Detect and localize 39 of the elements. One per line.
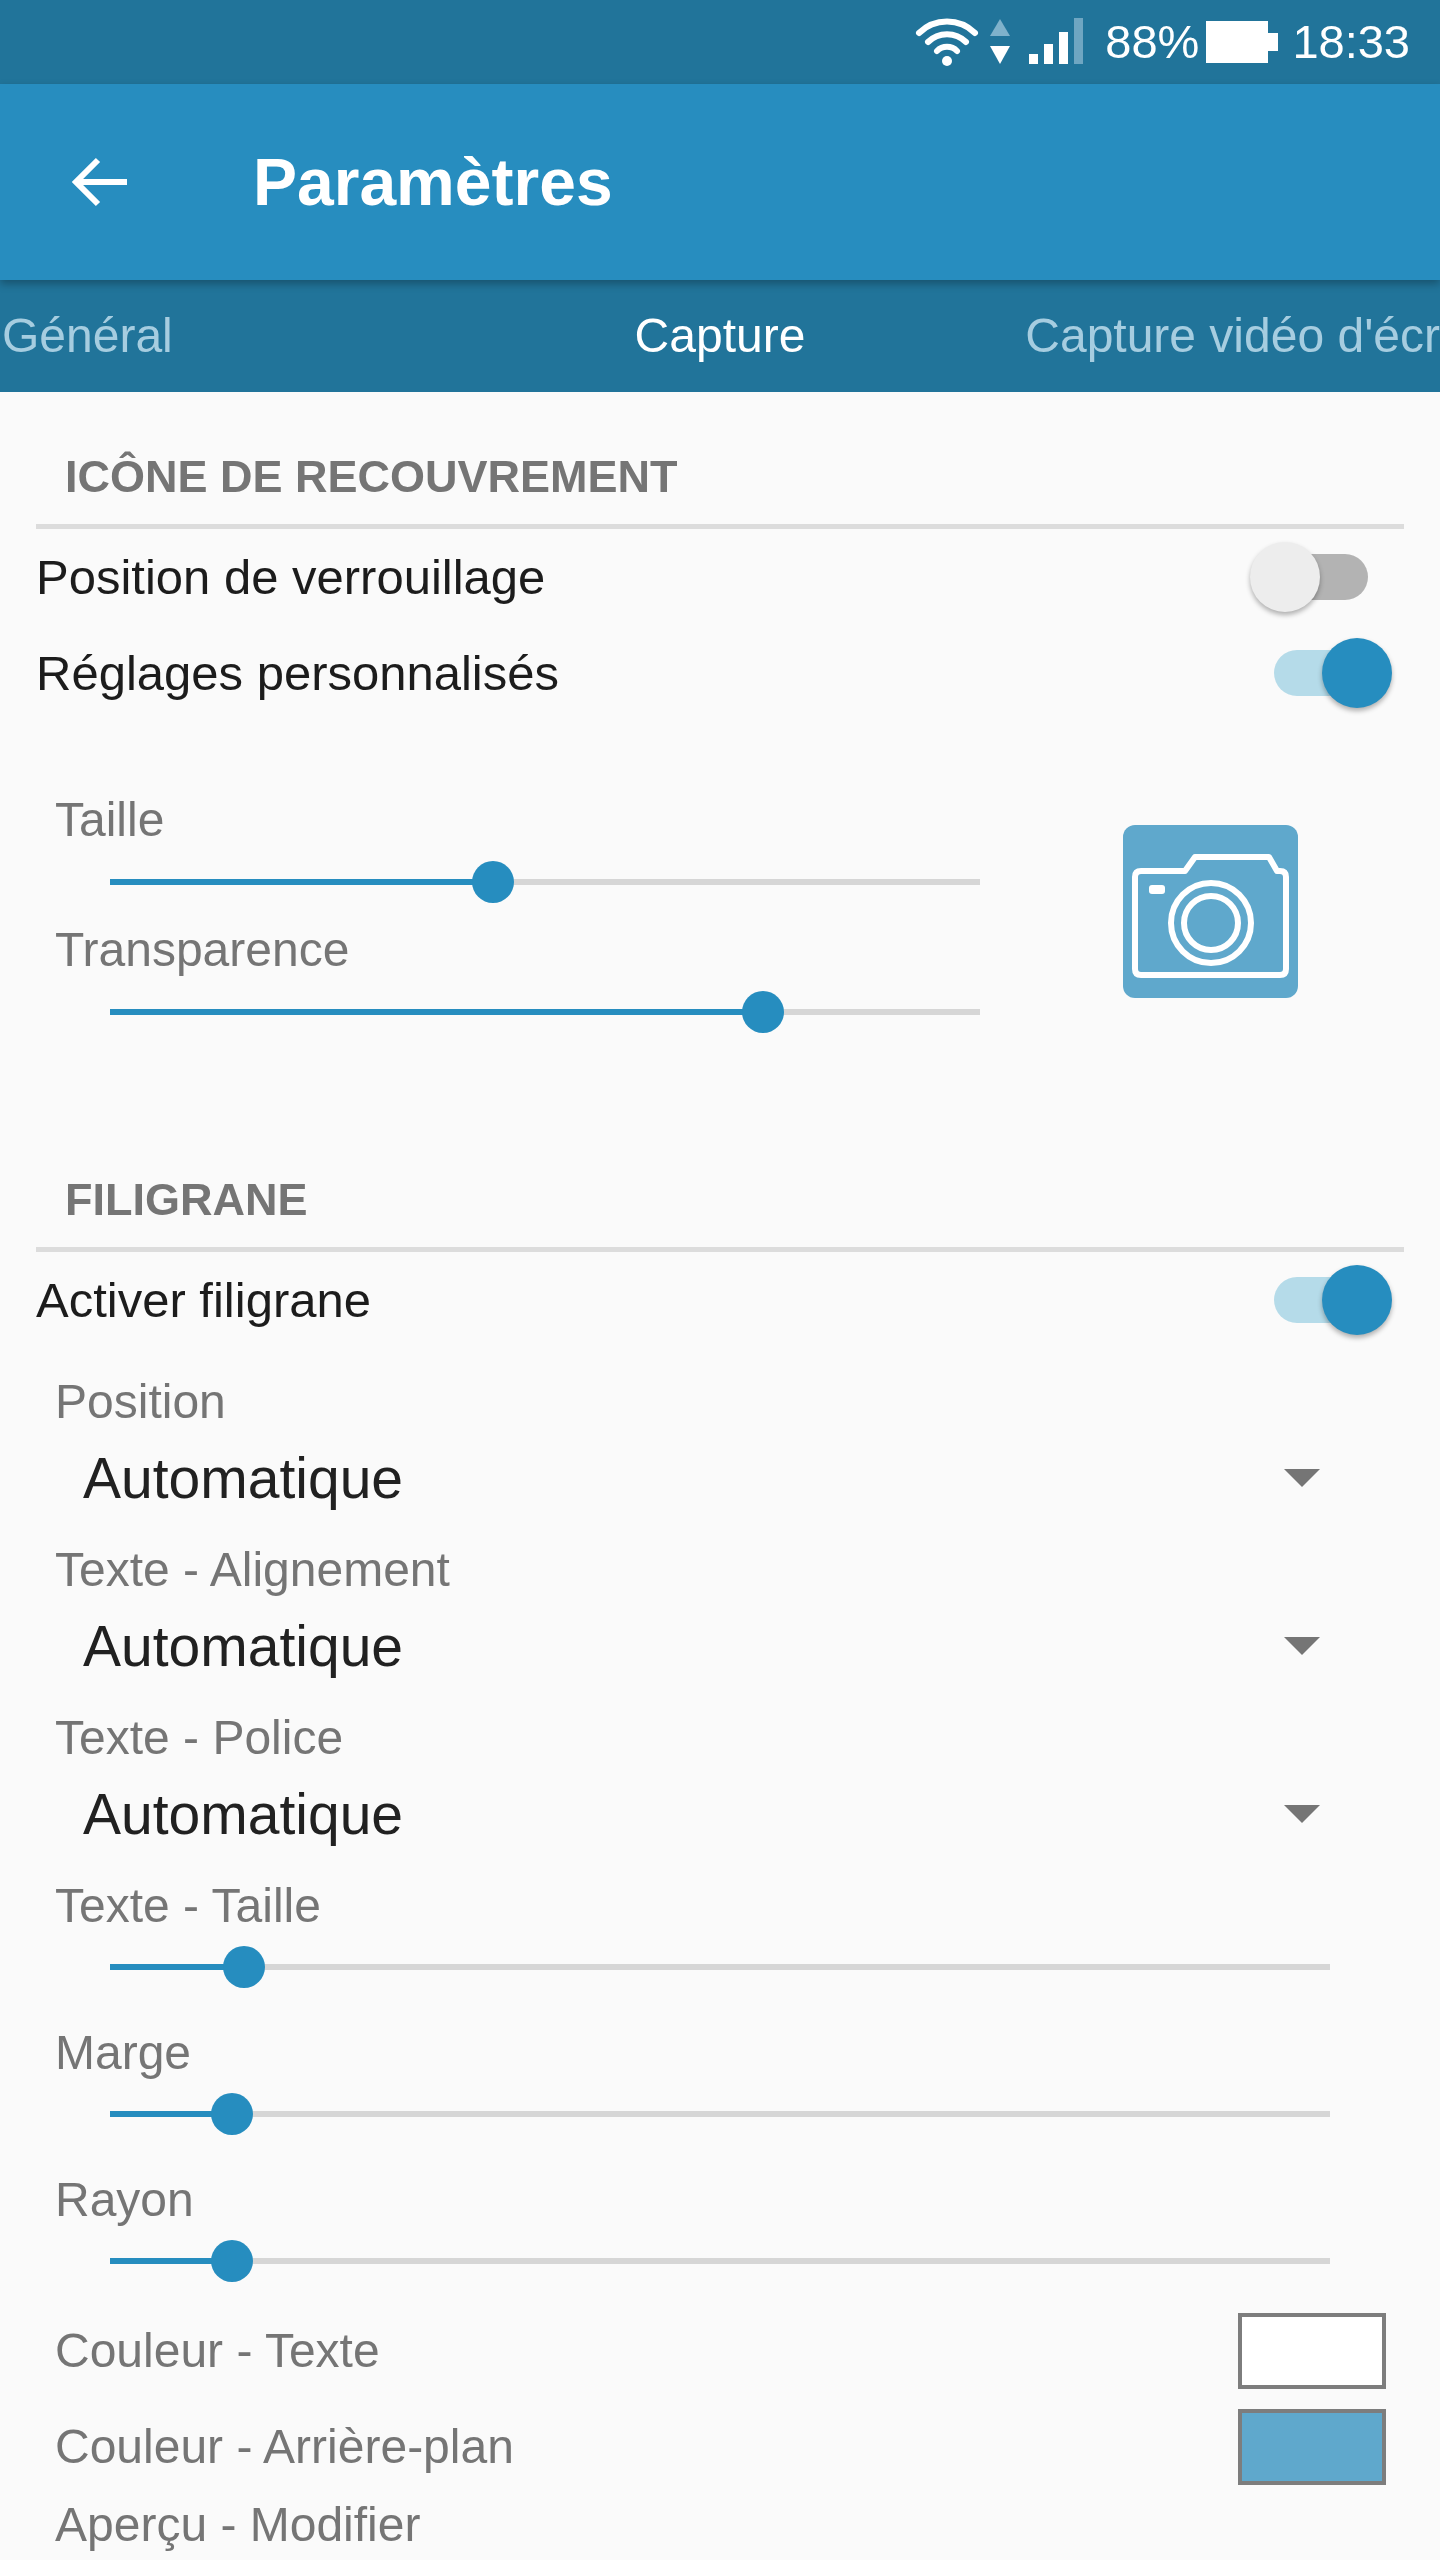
- dropdown[interactable]: Automatique: [83, 1616, 1320, 1676]
- battery-icon: [1206, 21, 1279, 63]
- signal-icon: [1029, 18, 1086, 66]
- tab[interactable]: Capture: [634, 306, 806, 366]
- slider-label: Texte - Taille: [55, 1878, 322, 1934]
- dropdown-label: Texte - Alignement: [55, 1542, 451, 1598]
- slider-label: Rayon: [55, 2172, 195, 2228]
- tab[interactable]: Capture vidéo d'écr: [1025, 306, 1440, 366]
- settings-item[interactable]: Aperçu - Modifier: [55, 2495, 421, 2555]
- setting-label: Couleur - Texte: [55, 2323, 380, 2379]
- tab[interactable]: Général: [2, 306, 173, 366]
- caret-icon: [1284, 1469, 1320, 1487]
- color-swatch[interactable]: [1238, 2409, 1386, 2485]
- battery-percent: 88%: [1105, 14, 1200, 70]
- section-header: FILIGRANE: [65, 1173, 309, 1227]
- setting-label: Réglages personnalisés: [36, 645, 559, 702]
- slider-thumb[interactable]: [211, 2240, 253, 2282]
- dropdown-label: Texte - Police: [55, 1710, 345, 1766]
- setting-label: Couleur - Arrière-plan: [55, 2419, 514, 2475]
- app-bar-title: Paramètres: [253, 144, 613, 221]
- caret-icon: [1284, 1637, 1320, 1655]
- dropdown[interactable]: Automatique: [83, 1784, 1320, 1844]
- slider-thumb[interactable]: [741, 991, 784, 1033]
- slider-label: Transparence: [55, 922, 351, 978]
- clock-time: 18:33: [1292, 14, 1410, 70]
- slider-thumb[interactable]: [211, 2093, 253, 2135]
- wifi-icon: [915, 17, 980, 67]
- slider-thumb[interactable]: [471, 861, 514, 903]
- setting-label: Activer filigrane: [36, 1272, 371, 1329]
- dropdown-label: Position: [55, 1374, 227, 1430]
- camera-icon: [1123, 825, 1298, 998]
- setting-label: Position de verrouillage: [36, 549, 546, 606]
- dropdown[interactable]: Automatique: [83, 1448, 1320, 1508]
- slider-label: Marge: [55, 2025, 193, 2081]
- section-header: ICÔNE DE RECOUVREMENT: [65, 450, 679, 504]
- slider-thumb[interactable]: [223, 1946, 266, 1988]
- slider-label: Taille: [55, 792, 166, 848]
- color-swatch[interactable]: [1238, 2313, 1386, 2389]
- caret-icon: [1284, 1805, 1320, 1823]
